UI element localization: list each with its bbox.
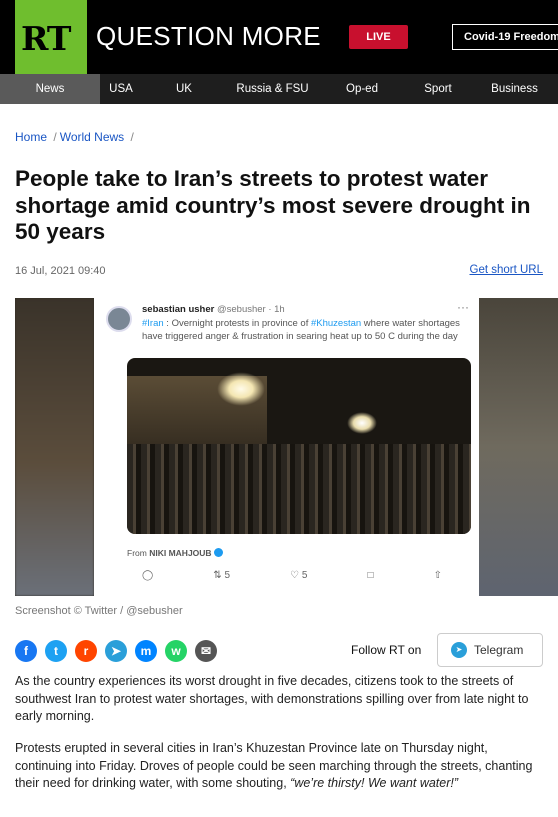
brand-slogan: QUESTION MORE <box>96 21 321 51</box>
image-blur-left <box>15 298 94 596</box>
facebook-icon[interactable]: f <box>15 640 37 662</box>
nav-item-usa[interactable]: USA <box>100 74 142 104</box>
reply-icon: ◯ <box>142 570 154 581</box>
nav-item-russia-fsu[interactable]: Russia & FSU <box>226 74 319 104</box>
tweet-video <box>127 358 471 534</box>
tweet-from: From NIKI MAHJOUB <box>127 548 223 558</box>
email-icon[interactable]: ✉ <box>195 640 217 662</box>
more-icon: ··· <box>457 300 469 314</box>
breadcrumb-home[interactable]: Home <box>15 130 47 144</box>
share-bar: f t r ➤ m w ✉ <box>15 640 217 662</box>
retweet-count: ⇅ 5 <box>213 570 230 581</box>
verified-icon <box>213 548 223 557</box>
telegram-icon: ➤ <box>451 642 467 658</box>
from-label: From <box>127 548 147 558</box>
messenger-icon[interactable]: m <box>135 640 157 662</box>
covid-link[interactable]: Covid-19 Freedom <box>452 24 558 50</box>
live-button[interactable]: LIVE <box>349 25 408 49</box>
tweet-text: #Iran : Overnight protests in province o… <box>142 318 472 343</box>
main-nav: News USA UK Russia & FSU Op-ed Sport Bus… <box>0 74 558 104</box>
video-light <box>347 412 377 434</box>
tweet-author-name: sebastian usher <box>142 304 215 315</box>
tweet-actions: ◯ ⇅ 5 ♡ 5 □ ⇧ <box>142 570 442 581</box>
nav-item-sport[interactable]: Sport <box>405 74 471 104</box>
telegram-button-label: Telegram <box>474 643 524 657</box>
tweet-handle: @sebusher · 1h <box>216 304 285 315</box>
image-blur-right <box>479 298 558 596</box>
retweet-icon: ⇅ <box>213 570 222 581</box>
like-count: ♡ 5 <box>290 570 307 581</box>
video-light <box>217 372 265 406</box>
tweet-avatar <box>106 306 132 332</box>
breadcrumb-world-news[interactable]: World News <box>60 130 124 144</box>
twitter-icon[interactable]: t <box>45 640 67 662</box>
nav-item-uk[interactable]: UK <box>142 74 226 104</box>
publish-date: 16 Jul, 2021 09:40 <box>15 265 106 277</box>
logo-text: RT <box>21 19 71 58</box>
tweet-text-part: : Overnight protests in province of <box>163 318 311 329</box>
like-number: 5 <box>301 570 308 581</box>
article-title: People take to Iran’s streets to protest… <box>15 166 531 244</box>
tweet-hashtag-khuzestan: #Khuzestan <box>310 318 362 329</box>
tweet-hashtag-iran: #Iran <box>142 318 164 329</box>
telegram-icon[interactable]: ➤ <box>105 640 127 662</box>
follow-label: Follow RT on <box>351 643 422 657</box>
reddit-icon[interactable]: r <box>75 640 97 662</box>
whatsapp-icon[interactable]: w <box>165 640 187 662</box>
article-paragraph: Protests erupted in several cities in Ir… <box>15 740 545 793</box>
share-icon: ⇧ <box>433 570 442 581</box>
video-crowd <box>127 444 471 534</box>
nav-item-op-ed[interactable]: Op-ed <box>319 74 405 104</box>
breadcrumb-separator: / <box>130 130 134 144</box>
heart-icon: ♡ <box>290 570 300 581</box>
rt-logo[interactable]: RT <box>15 0 87 74</box>
image-caption: Screenshot © Twitter / @sebusher <box>15 605 183 617</box>
tweet-screenshot: sebastian usher @sebusher · 1h ··· #Iran… <box>94 298 479 596</box>
tweet-author: sebastian usher @sebusher · 1h <box>142 304 285 315</box>
breadcrumb-separator: / <box>53 130 57 144</box>
retweet-number: 5 <box>224 570 231 581</box>
top-bar: RT QUESTION MORE LIVE Covid-19 Freedom <box>0 0 558 74</box>
breadcrumb: Home / World News / <box>15 130 137 144</box>
bookmark-icon: □ <box>367 570 374 581</box>
article-image: sebastian usher @sebusher · 1h ··· #Iran… <box>15 298 558 596</box>
from-name: NIKI MAHJOUB <box>149 548 212 558</box>
telegram-follow-button[interactable]: ➤ Telegram <box>437 633 543 667</box>
nav-item-business[interactable]: Business <box>471 74 558 104</box>
paragraph-quote: “we’re thirsty! We want water!” <box>290 776 459 790</box>
article-paragraph: As the country experiences its worst dro… <box>15 674 529 723</box>
short-url-link[interactable]: Get short URL <box>470 264 544 276</box>
nav-item-news[interactable]: News <box>0 74 100 104</box>
